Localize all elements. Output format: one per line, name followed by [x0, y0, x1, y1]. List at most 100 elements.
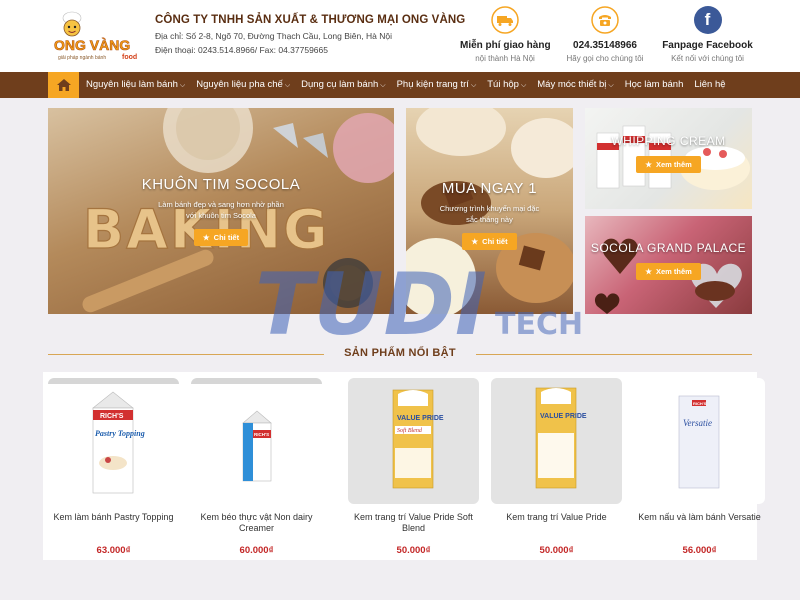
nav-item-may-moc-thiet-bi[interactable]: Máy móc thiết bị ⌵ — [537, 72, 613, 98]
promo-banners: BAKING KHUÔN TIM SOCOLA Làm bánh đẹp và … — [0, 108, 800, 314]
product-name[interactable]: Kem béo thực vật Non dairy Creamer — [191, 512, 322, 534]
banner-caption: KHUÔN TIM SOCOLA Làm bánh đẹp và sang hơ… — [48, 176, 394, 246]
logo-tagline: giải pháp ngành bánh — [58, 55, 106, 61]
product-price: 50.000₫ — [539, 545, 574, 556]
product-price: 50.000₫ — [396, 545, 431, 556]
product-name[interactable]: Kem trang trí Value Pride Soft Blend — [348, 512, 479, 534]
product-price: 56.000₫ — [682, 545, 717, 556]
banner-socola-grand-palace[interactable]: SOCOLA GRAND PALACE ★ Xem thêm — [585, 216, 752, 314]
carton-image: RICH'S Versatie — [678, 395, 720, 489]
product-card[interactable]: RICH'S Pastry Topping Kem làm bánh Pastr… — [48, 378, 179, 560]
star-icon: ★ — [645, 160, 652, 169]
brand-label: VALUE PRIDE — [540, 413, 587, 420]
banner-subtitle: Làm bánh đẹp và sang hơn nhờ phần với kh… — [48, 199, 394, 221]
shipping-title: Miễn phí giao hàng — [460, 40, 551, 51]
button-label: Chi tiết — [482, 237, 508, 246]
banner-caption: MUA NGAY 1 Chương trình khuyến mại đặc s… — [406, 180, 573, 250]
button-label: Xem thêm — [655, 267, 692, 276]
featured-heading: SẢN PHẨM NỔI BẬT — [48, 345, 752, 363]
shipping-sub: nội thành Hà Nội — [475, 54, 535, 63]
company-name: CÔNG TY TNHH SẢN XUẤT & THƯƠNG MẠI ONG V… — [155, 14, 466, 26]
banner-title: MUA NGAY 1 — [441, 180, 538, 197]
detail-button[interactable]: ★ Chi tiết — [462, 233, 517, 250]
chevron-down-icon: ⌵ — [179, 82, 186, 89]
brand-label: RICH'S — [100, 413, 124, 420]
image-strip — [48, 378, 179, 384]
free-shipping-info: Miễn phí giao hàng nội thành Hà Nội — [460, 6, 551, 63]
nav-item-hoc-lam-banh[interactable]: Học làm bánh — [625, 72, 684, 98]
ong-vang-logo[interactable]: ONG VÀNG food giải pháp ngành bánh — [50, 8, 140, 64]
product-price: 63.000₫ — [96, 545, 131, 556]
home-button[interactable] — [48, 72, 79, 98]
banner-whipping-cream[interactable]: WHIPPING CREAM ★ Xem thêm — [585, 108, 752, 209]
product-image[interactable]: VALUE PRIDE — [491, 378, 622, 504]
chevron-down-icon: ⌵ — [608, 82, 614, 89]
phone-icon — [591, 6, 619, 34]
carton-label: Soft Blend — [397, 427, 423, 434]
nav-label: Túi hộp — [487, 79, 519, 90]
banner-sub-line: sắc tháng này — [466, 215, 513, 224]
button-label: Chi tiết — [213, 233, 240, 242]
button-label: Xem thêm — [655, 160, 692, 169]
brand-label: RICH'S — [693, 401, 707, 406]
section-title: SẢN PHẨM NỔI BẬT — [344, 347, 456, 359]
banner-title: SOCOLA GRAND PALACE — [590, 241, 747, 255]
banner-khuon-tim-socola[interactable]: BAKING KHUÔN TIM SOCOLA Làm bánh đẹp và … — [48, 108, 394, 314]
view-more-button[interactable]: ★ Xem thêm — [636, 156, 701, 173]
product-image[interactable]: RICH'S Versatie — [634, 378, 765, 504]
product-name[interactable]: Kem trang trí Value Pride — [491, 512, 622, 523]
nav-label: Liên hệ — [694, 79, 726, 90]
truck-icon — [491, 6, 519, 34]
product-image[interactable]: VALUE PRIDE Soft Blend — [348, 378, 479, 504]
site-header: ONG VÀNG food giải pháp ngành bánh CÔNG … — [0, 0, 800, 72]
product-image[interactable]: RICH'S Pastry Topping — [48, 378, 179, 504]
logo-suffix: food — [122, 54, 137, 61]
banner-sub-line: Chương trình khuyến mại đặc — [439, 204, 540, 213]
carton-image: VALUE PRIDE Soft Blend — [392, 389, 444, 489]
carton-image: RICH'S Pastry Topping — [92, 391, 145, 494]
product-card[interactable]: RICH'S Kem béo thực vật Non dairy Creame… — [191, 378, 322, 560]
facebook-info[interactable]: f Fanpage Facebook Kết nối với chúng tôi — [660, 6, 755, 63]
divider — [476, 354, 752, 355]
hotline-info[interactable]: 024.35148966 Hãy gọi cho chúng tôi — [560, 6, 650, 63]
facebook-icon: f — [693, 6, 722, 34]
product-price: 60.000₫ — [239, 545, 274, 556]
banner-caption: WHIPPING CREAM ★ Xem thêm — [585, 134, 752, 173]
nav-label: Dụng cụ làm bánh — [301, 79, 379, 90]
nav-label: Máy móc thiết bị — [537, 79, 607, 90]
nav-item-nguyen-lieu-lam-banh[interactable]: Nguyên liệu làm bánh ⌵ — [86, 72, 185, 98]
company-address: Địa chỉ: Số 2-8, Ngõ 70, Đường Thạch Cầu… — [155, 31, 392, 41]
product-card[interactable]: RICH'S Versatie Kem nấu và làm bánh Vers… — [634, 378, 765, 560]
banner-mua-ngay[interactable]: MUA NGAY 1 Chương trình khuyến mại đặc s… — [406, 108, 573, 314]
banner-sub-line: với khuôn tim Socola — [186, 211, 256, 220]
product-card[interactable]: VALUE PRIDE Kem trang trí Value Pride 50… — [491, 378, 622, 560]
detail-button[interactable]: ★ Chi tiết — [193, 229, 249, 246]
brand-label: VALUE PRIDE — [397, 415, 444, 422]
banner-caption: SOCOLA GRAND PALACE ★ Xem thêm — [585, 242, 752, 280]
banner-title: WHIPPING CREAM — [611, 134, 726, 148]
brand-label: RICH'S — [254, 432, 269, 437]
product-name[interactable]: Kem nấu và làm bánh Versatie — [634, 512, 765, 523]
main-nav: Nguyên liệu làm bánh ⌵ Nguyên liệu pha ch… — [0, 72, 800, 98]
nav-item-tui-hop[interactable]: Túi hộp ⌵ — [487, 72, 526, 98]
product-card[interactable]: VALUE PRIDE Soft Blend Kem trang trí Val… — [348, 378, 479, 560]
chevron-down-icon: ⌵ — [520, 82, 527, 89]
nav-label: Nguyên liệu làm bánh — [86, 79, 178, 90]
home-icon — [56, 79, 71, 91]
carton-image: RICH'S — [242, 410, 272, 482]
nav-item-lien-he[interactable]: Liên hệ — [694, 72, 725, 98]
nav-item-dung-cu-lam-banh[interactable]: Dụng cụ làm bánh ⌵ — [301, 72, 385, 98]
product-carousel: RICH'S Pastry Topping Kem làm bánh Pastr… — [43, 372, 765, 560]
nav-item-nguyen-lieu-pha-che[interactable]: Nguyên liệu pha chế ⌵ — [196, 72, 290, 98]
view-more-button[interactable]: ★ Xem thêm — [636, 263, 701, 280]
facebook-sub: Kết nối với chúng tôi — [671, 54, 744, 63]
star-icon: ★ — [202, 233, 210, 242]
product-name[interactable]: Kem làm bánh Pastry Topping — [48, 512, 179, 523]
image-strip — [191, 378, 322, 384]
product-image[interactable]: RICH'S — [191, 378, 322, 504]
hotline-number: 024.35148966 — [573, 40, 637, 51]
chevron-down-icon: ⌵ — [470, 82, 477, 89]
nav-item-phu-kien-trang-tri[interactable]: Phụ kiện trang trí ⌵ — [397, 72, 477, 98]
nav-label: Học làm bánh — [624, 79, 684, 90]
nav-label: Nguyên liệu pha chế — [196, 79, 283, 90]
